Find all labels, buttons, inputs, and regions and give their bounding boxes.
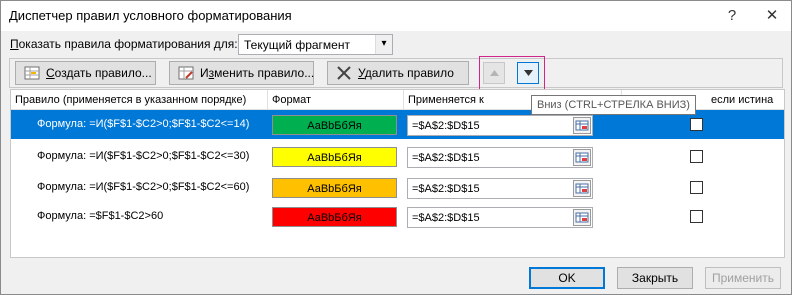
help-button[interactable]: ? <box>717 5 747 27</box>
window-title: Диспетчер правил условного форматировани… <box>9 8 292 23</box>
applies-to-value: =$A$2:$D$15 <box>412 183 480 195</box>
format-preview: АаВbБбЯя <box>272 178 397 198</box>
column-header-rule[interactable]: Правило (применяется в указанном порядке… <box>11 90 268 110</box>
title-bar: Диспетчер правил условного форматировани… <box>1 1 791 31</box>
range-picker-icon[interactable] <box>573 149 591 166</box>
format-preview: АаВbБбЯя <box>272 147 397 167</box>
column-header-format[interactable]: Формат <box>268 90 404 110</box>
new-rule-button[interactable]: Создать правило... <box>15 61 156 85</box>
move-down-tooltip: Вниз (CTRL+СТРЕЛКА ВНИЗ) <box>531 95 696 115</box>
applies-to-field[interactable]: =$A$2:$D$15 <box>407 178 593 199</box>
stop-if-true-checkbox[interactable] <box>690 118 703 131</box>
stop-if-true-checkbox[interactable] <box>690 210 703 223</box>
delete-icon <box>337 66 351 80</box>
applies-to-value: =$A$2:$D$15 <box>412 212 480 224</box>
rule-text: Формула: =$F$1-$C2>60 <box>37 210 164 222</box>
rule-text: Формула: =И($F$1-$C2>0;$F$1-$C2<=60) <box>37 181 250 193</box>
rule-text: Формула: =И($F$1-$C2>0;$F$1-$C2<=30) <box>37 150 250 162</box>
rule-row[interactable]: Формула: =И($F$1-$C2>0;$F$1-$C2<=30) АаВ… <box>11 142 784 171</box>
edit-rule-icon <box>178 66 194 80</box>
delete-rule-label: Удалить правило <box>358 66 454 80</box>
format-preview: АаВbБбЯя <box>272 115 397 135</box>
ok-button[interactable]: OK <box>529 267 605 289</box>
edit-rule-label: Изменить правило... <box>200 66 315 80</box>
applies-to-field[interactable]: =$A$2:$D$15 <box>407 207 593 228</box>
applies-to-value: =$A$2:$D$15 <box>412 120 480 132</box>
arrow-up-icon <box>490 70 499 76</box>
rule-row[interactable]: Формула: =И($F$1-$C2>0;$F$1-$C2<=60) АаВ… <box>11 173 784 202</box>
edit-rule-button[interactable]: Изменить правило... <box>169 61 314 85</box>
stop-if-true-checkbox[interactable] <box>690 181 703 194</box>
close-window-button[interactable]: ✕ <box>757 5 787 27</box>
close-button[interactable]: Закрыть <box>617 267 693 289</box>
range-picker-icon[interactable] <box>573 180 591 197</box>
scope-select-value: Текущий фрагмент <box>244 38 350 52</box>
move-up-button[interactable] <box>483 62 505 84</box>
conditional-formatting-dialog: Диспетчер правил условного форматировани… <box>0 0 792 295</box>
rule-row[interactable]: Формула: =$F$1-$C2>60 АаВbБбЯя =$A$2:$D$… <box>11 202 784 231</box>
delete-rule-button[interactable]: Удалить правило <box>327 61 469 85</box>
scope-select[interactable]: Текущий фрагмент ▾ <box>238 34 393 55</box>
move-down-button[interactable] <box>517 62 539 84</box>
stop-if-true-checkbox[interactable] <box>690 150 703 163</box>
applies-to-field[interactable]: =$A$2:$D$15 <box>407 115 593 136</box>
format-preview: АаВbБбЯя <box>272 207 397 227</box>
new-rule-label: Создать правило... <box>46 66 152 80</box>
applies-to-field[interactable]: =$A$2:$D$15 <box>407 147 593 168</box>
range-picker-icon[interactable] <box>573 117 591 134</box>
rule-text: Формула: =И($F$1-$C2>0;$F$1-$C2<=14) <box>37 118 250 130</box>
scope-label: Показать правила форматирования для: <box>10 37 238 51</box>
apply-button[interactable]: Применить <box>705 267 781 289</box>
applies-to-value: =$A$2:$D$15 <box>412 152 480 164</box>
range-picker-icon[interactable] <box>573 209 591 226</box>
arrow-down-icon <box>524 70 533 76</box>
chevron-down-icon[interactable]: ▾ <box>375 35 392 54</box>
new-rule-icon <box>24 66 40 80</box>
